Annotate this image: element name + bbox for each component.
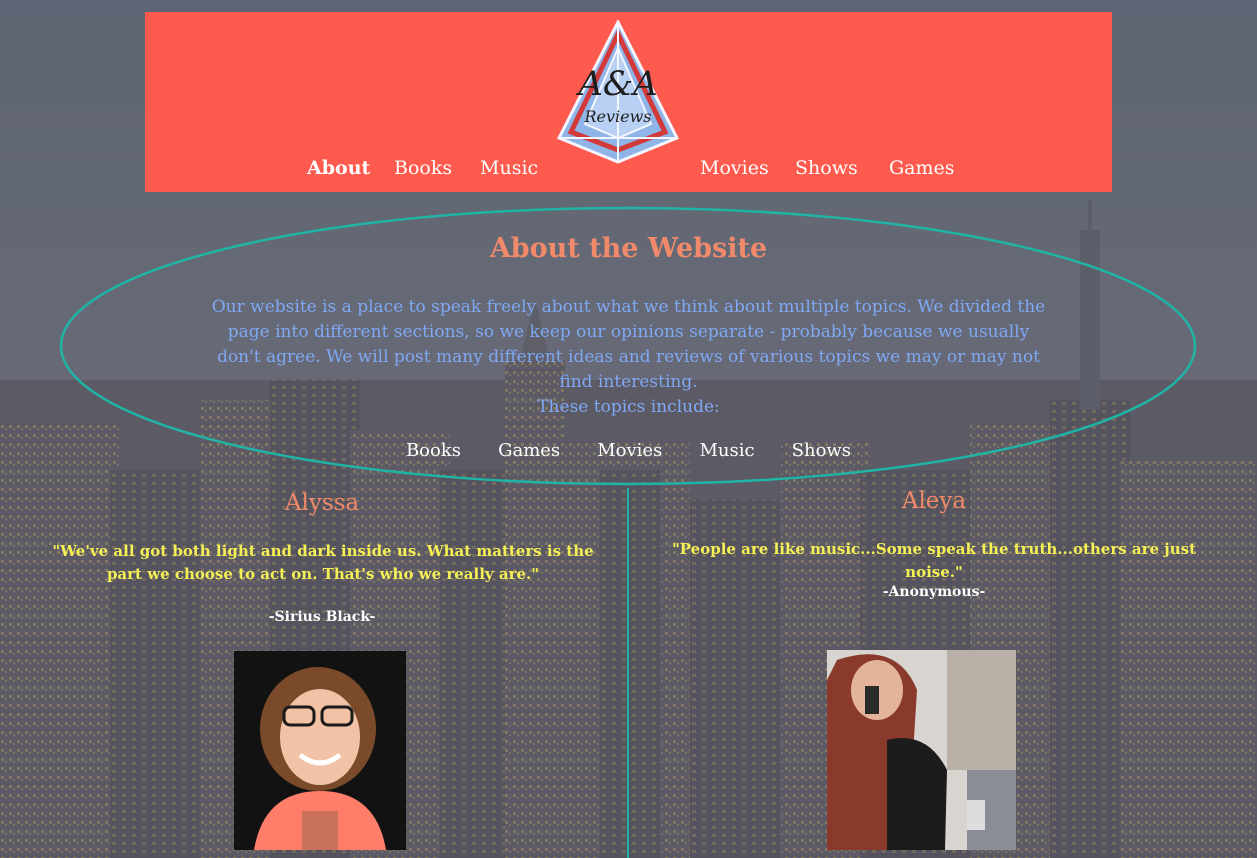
about-title: About the Website <box>489 233 768 264</box>
attribution-aleya: -Anonymous- <box>882 584 986 600</box>
topic-books-link[interactable]: Books <box>406 440 461 461</box>
person-name-alyssa: Alyssa <box>284 490 360 516</box>
nav-music[interactable]: Music <box>480 157 538 179</box>
attribution-alyssa: -Sirius Black- <box>268 609 376 625</box>
photo-aleya <box>827 650 1016 850</box>
svg-text:A&A: A&A <box>575 64 657 104</box>
column-divider <box>627 488 629 858</box>
quote-alyssa: "We've all got both light and dark insid… <box>52 542 594 583</box>
topic-games-link[interactable]: Games <box>498 440 560 461</box>
nav-games[interactable]: Games <box>889 157 955 179</box>
site-logo[interactable]: A&A Reviews <box>555 20 681 164</box>
photo-alyssa <box>234 651 406 850</box>
about-description: Our website is a place to speak freely a… <box>210 295 1047 420</box>
nav-movies[interactable]: Movies <box>700 157 769 179</box>
topics-intro: These topics include: <box>537 397 720 417</box>
topic-music-link[interactable]: Music <box>699 440 754 461</box>
topic-movies-link[interactable]: Movies <box>597 440 662 461</box>
site-header: A&A Reviews About Books Music Movies Sho… <box>145 12 1112 192</box>
about-body: Our website is a place to speak freely a… <box>211 297 1046 392</box>
topics-list: Books Games Movies Music Shows <box>0 440 1257 461</box>
topic-shows-link[interactable]: Shows <box>792 440 851 461</box>
svg-text:Reviews: Reviews <box>583 107 651 126</box>
nav-books[interactable]: Books <box>394 157 452 179</box>
quote-aleya: "People are like music...Some speak the … <box>671 540 1197 581</box>
nav-shows[interactable]: Shows <box>795 157 858 179</box>
nav-about[interactable]: About <box>307 157 370 179</box>
person-name-aleya: Aleya <box>901 488 967 514</box>
